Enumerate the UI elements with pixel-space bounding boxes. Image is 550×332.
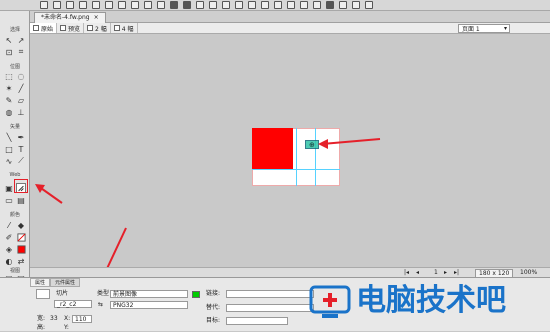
type-label: 类型 (97, 290, 110, 297)
format-icon: ⇆ (98, 301, 104, 308)
slice-name-field[interactable]: _r2_c2 (54, 300, 92, 308)
tab-properties[interactable]: 属性 (30, 278, 51, 287)
first-page-icon[interactable]: |◂ (404, 269, 409, 276)
slice-color-swatch[interactable] (192, 291, 200, 298)
next-page-icon[interactable]: ▸ (444, 269, 447, 276)
watermark-text: 电脑技术吧 (356, 283, 506, 318)
target-dropdown[interactable] (226, 317, 288, 325)
export-format-dropdown[interactable]: PNG32 (110, 301, 188, 309)
tab-symbol-properties[interactable]: 元件属性 (50, 278, 81, 287)
alt-label: 替代: (206, 304, 221, 311)
slice-thumbnail-icon (36, 289, 50, 299)
properties-tabs: 属性 元件属性 (30, 278, 81, 287)
x-label: X: (64, 315, 71, 322)
type-dropdown[interactable]: 前景图像 (110, 290, 188, 298)
link-label: 链接: (206, 290, 221, 297)
prev-page-icon[interactable]: ◂ (416, 269, 419, 276)
last-page-icon[interactable]: ▸| (454, 269, 459, 276)
width-label: 宽: (37, 315, 46, 322)
link-field[interactable] (226, 290, 314, 298)
slice-tool-highlight (14, 179, 28, 193)
page-number: 1 (434, 269, 438, 276)
width-field[interactable]: 33 (48, 315, 62, 323)
x-field[interactable]: 110 (72, 315, 92, 323)
zoom-level[interactable]: 100% (520, 269, 537, 276)
object-type-label: 切片 (56, 290, 69, 297)
watermark-logo-icon (308, 283, 352, 321)
target-label: 目标: (206, 317, 221, 324)
alt-text-field[interactable] (226, 304, 314, 312)
status-bar: |◂ ◂ 1 ▸ ▸| 180 x 120 100% (30, 267, 550, 278)
